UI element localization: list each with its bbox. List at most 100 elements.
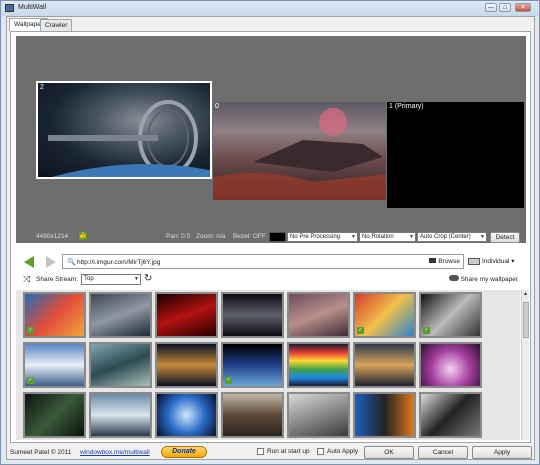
crop-select[interactable]: Auto Crop (Center) ▼: [417, 232, 487, 242]
dropdown-arrow-icon: ▼: [351, 234, 356, 240]
auto-apply-checkbox[interactable]: Auto Apply: [317, 448, 358, 455]
stream-label: Share Stream:: [36, 276, 78, 283]
chevron-down-icon: ▾: [511, 258, 515, 265]
cancel-button[interactable]: Cancel: [418, 446, 468, 459]
wallpaper-thumbnail[interactable]: ✓: [221, 342, 284, 388]
donate-button[interactable]: Donate: [161, 446, 207, 458]
display-mode-dropdown[interactable]: Individual ▾: [468, 257, 515, 265]
apply-button[interactable]: Apply: [472, 446, 532, 459]
share-label: Share my wallpaper: [460, 276, 518, 283]
rotation-select[interactable]: No Rotation ▼: [359, 232, 416, 242]
wallpaper-thumbnail[interactable]: [155, 342, 218, 388]
search-icon: 🔍: [67, 259, 76, 266]
wallpaper-thumbnail[interactable]: [419, 342, 482, 388]
shuffle-icon[interactable]: ⤨: [23, 274, 30, 285]
processing-select[interactable]: No Pre Processing ▼: [287, 232, 358, 242]
url-value: http://i.imgur.com/MirTj6Y.jpg: [77, 259, 161, 266]
thumbs-up-icon[interactable]: ✓: [27, 327, 34, 334]
run-at-startup-checkbox[interactable]: Run at start up: [257, 448, 310, 455]
wallpaper-thumbnail[interactable]: [155, 392, 218, 438]
bezel-label: Bezel: OFF: [233, 233, 266, 240]
share-wallpaper-button[interactable]: Share my wallpaper: [448, 275, 518, 283]
wallpaper-thumbnail[interactable]: ✓: [23, 292, 86, 338]
monitor-0[interactable]: 0: [213, 102, 386, 200]
monitor-2[interactable]: 2: [36, 81, 212, 179]
thumbs-up-icon[interactable]: ✓: [423, 327, 430, 334]
wallpaper-thumbnail[interactable]: [287, 392, 350, 438]
wallpaper-thumbnail[interactable]: [89, 392, 152, 438]
thumbs-up-icon[interactable]: 👍: [79, 232, 87, 240]
refresh-icon[interactable]: ↻: [144, 273, 152, 284]
checkbox-box[interactable]: [317, 448, 324, 455]
resolution-label: 4480x1214: [36, 233, 69, 240]
browse-label: Browse: [438, 258, 460, 265]
space-station-image: [48, 100, 210, 177]
stream-select[interactable]: Top ▼: [81, 274, 141, 285]
navigation-bar: 🔍 http://i.imgur.com/MirTj6Y.jpg Browse …: [16, 254, 526, 270]
scroll-up-icon[interactable]: ▲: [523, 291, 528, 297]
wallpaper-gallery: ✓ ✓ ✓ ✓ ✓: [16, 290, 520, 440]
gallery-scrollbar[interactable]: ▲: [521, 290, 529, 440]
tree-cliff-image: [213, 108, 386, 200]
wallpaper-thumbnail[interactable]: [23, 392, 86, 438]
back-arrow-icon[interactable]: [24, 256, 34, 268]
wallpaper-thumbnail[interactable]: [287, 342, 350, 388]
monitor-preview[interactable]: 2 0 1 (Primary): [16, 36, 526, 243]
display-mode-label: Individual: [482, 258, 510, 265]
dropdown-arrow-icon: ▼: [480, 234, 485, 240]
run-at-startup-label: Run at start up: [267, 448, 310, 456]
processing-value: No Pre Processing: [290, 234, 341, 240]
thumbs-up-icon[interactable]: ✓: [27, 377, 34, 384]
wallpaper-panel: 2 0 1 (Primary) 4480x1214 👍 Pan: 0.0 Zoo…: [10, 31, 531, 443]
wallpaper-thumbnail[interactable]: [419, 392, 482, 438]
wallpaper-thumbnail[interactable]: [221, 292, 284, 338]
rotation-value: No Rotation: [362, 234, 394, 240]
wallpaper-thumbnail[interactable]: [353, 342, 416, 388]
wallpaper-thumbnail[interactable]: ✓: [23, 342, 86, 388]
wallpaper-thumbnail[interactable]: ✓: [419, 292, 482, 338]
window-title: MultiWall: [18, 4, 47, 11]
stream-value: Top: [84, 276, 94, 282]
wallpaper-thumbnail[interactable]: [89, 292, 152, 338]
wallpaper-thumbnail[interactable]: [287, 292, 350, 338]
scrollbar-thumb[interactable]: [523, 302, 529, 338]
maximize-button[interactable]: □: [499, 3, 511, 12]
monitor-1[interactable]: 1 (Primary): [387, 102, 524, 208]
wallpaper-thumbnail[interactable]: [353, 392, 416, 438]
wallpaper-thumbnail[interactable]: [221, 392, 284, 438]
app-window: MultiWall — □ ✕ Wallpaper Crawler 2 0 1 …: [0, 0, 540, 465]
dropdown-arrow-icon: ▼: [409, 234, 414, 240]
copyright-text: Sumeet Patel © 2011: [10, 449, 72, 456]
crop-value: Auto Crop (Center): [420, 234, 471, 240]
bezel-color-swatch[interactable]: [269, 232, 286, 242]
preview-controls: 4480x1214 👍 Pan: 0.0 Zoom: n/a Bezel: OF…: [16, 232, 526, 245]
title-bar[interactable]: MultiWall — □ ✕: [1, 1, 539, 16]
thumbs-up-icon[interactable]: ✓: [225, 377, 232, 384]
detect-button[interactable]: Detect: [490, 232, 520, 243]
wallpaper-thumbnail[interactable]: ✓: [353, 292, 416, 338]
ok-button[interactable]: OK: [364, 446, 414, 459]
tab-crawler[interactable]: Crawler: [40, 19, 73, 31]
app-icon: [5, 4, 14, 12]
checkbox-box[interactable]: [257, 448, 264, 455]
minimize-button[interactable]: —: [485, 3, 497, 12]
dropdown-arrow-icon: ▼: [134, 276, 139, 282]
client-area: Wallpaper Crawler 2 0 1 (Primary) 4480x1…: [6, 16, 535, 460]
url-input[interactable]: 🔍 http://i.imgur.com/MirTj6Y.jpg Browse: [62, 254, 464, 269]
cloud-icon: [448, 275, 459, 281]
website-link[interactable]: windowbox.me/multiwall: [80, 449, 150, 456]
monitor-icon: [468, 257, 480, 265]
close-button[interactable]: ✕: [515, 3, 531, 12]
auto-apply-label: Auto Apply: [327, 448, 359, 456]
thumbs-up-icon[interactable]: ✓: [357, 327, 364, 334]
wallpaper-thumbnail[interactable]: [89, 342, 152, 388]
forward-arrow-icon[interactable]: [46, 256, 56, 268]
footer: Sumeet Patel © 2011 windowbox.me/multiwa…: [7, 445, 536, 461]
browse-button[interactable]: Browse: [429, 258, 460, 265]
stream-bar: ⤨ Share Stream: Top ▼ ↻ Share my wallpape…: [16, 273, 526, 287]
pan-label: Pan: 0.0: [166, 233, 191, 240]
folder-icon: [429, 258, 437, 263]
zoom-label: Zoom: n/a: [196, 233, 226, 240]
monitor-label: 1 (Primary): [389, 103, 424, 110]
wallpaper-thumbnail[interactable]: [155, 292, 218, 338]
